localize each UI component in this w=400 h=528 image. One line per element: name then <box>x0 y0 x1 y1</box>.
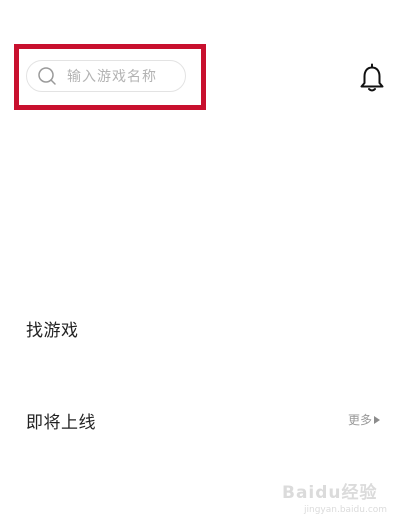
play-arrow-icon <box>374 415 381 424</box>
bell-icon[interactable] <box>357 63 387 93</box>
search-icon <box>37 66 57 86</box>
more-label: 更多 <box>348 413 373 427</box>
more-link[interactable]: 更多 <box>348 411 381 428</box>
search-input[interactable]: 输入游戏名称 <box>26 60 186 92</box>
watermark: Baidu经验 jingyan.baidu.com <box>282 478 387 515</box>
search-placeholder: 输入游戏名称 <box>67 69 157 85</box>
section-title-upcoming: 即将上线 <box>26 413 96 433</box>
watermark-logo: Baidu经验 <box>282 483 378 503</box>
watermark-url: jingyan.baidu.com <box>304 505 388 515</box>
section-title-find-games: 找游戏 <box>26 321 79 341</box>
